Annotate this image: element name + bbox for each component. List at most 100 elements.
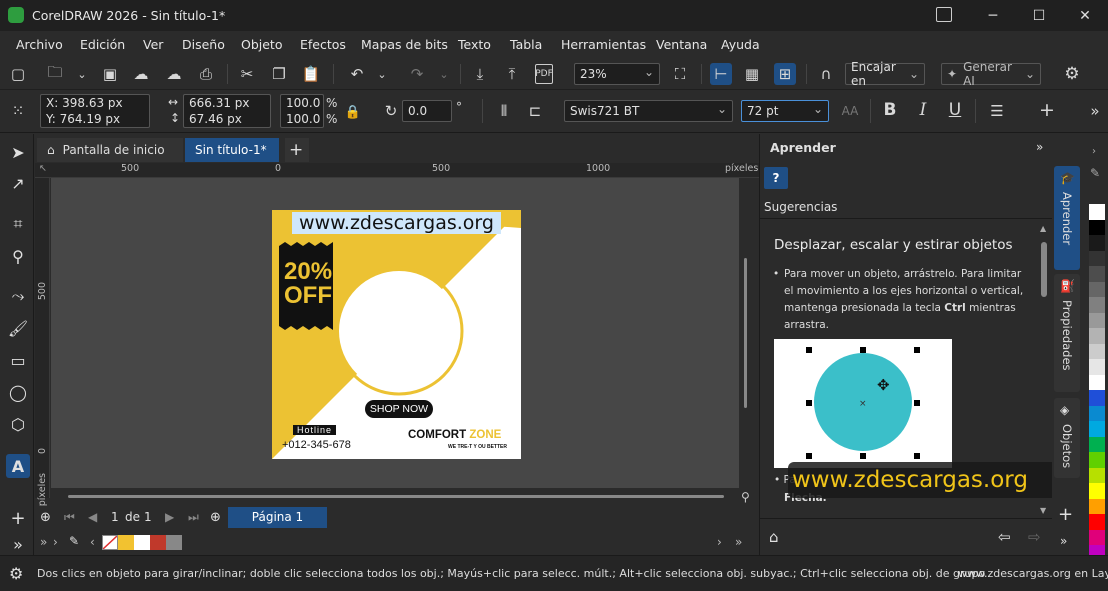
account-icon[interactable] xyxy=(936,7,952,22)
palette-scroll-right-icon[interactable]: › xyxy=(717,535,722,549)
artistic-media-icon[interactable]: 🖌 xyxy=(6,316,30,340)
palette-swatch[interactable] xyxy=(1089,467,1105,484)
side-tab-aprender[interactable]: 🎓 Aprender xyxy=(1054,166,1080,270)
generate-ai-dropdown[interactable]: ✦ Generar AI ⌄ xyxy=(941,60,1041,88)
palette-swatch[interactable] xyxy=(1089,266,1105,282)
palette-swatch[interactable] xyxy=(1089,483,1105,499)
palette-scroll-left-icon[interactable]: ‹ xyxy=(90,535,95,549)
recent-color-swatch[interactable] xyxy=(150,535,166,550)
open-folder-icon[interactable]: 🗀 xyxy=(45,63,65,84)
palette-swatch[interactable] xyxy=(1089,343,1105,360)
ruler-horizontal[interactable]: ↖ 500 0 500 1000 píxeles xyxy=(35,163,759,178)
menu-objeto[interactable]: Objeto xyxy=(241,37,283,52)
palette-expand-icon[interactable]: » xyxy=(40,535,47,549)
snap-magnet-icon[interactable]: ∩ xyxy=(816,64,836,84)
menu-edicion[interactable]: Edición xyxy=(80,37,125,52)
snap-to-dropdown[interactable]: Encajar en ⌄ xyxy=(845,60,925,88)
docker-scroll-up-icon[interactable]: ▲ xyxy=(1040,224,1046,233)
height-input[interactable]: 67.46 px xyxy=(189,111,242,127)
publish-pdf-icon[interactable]: PDF xyxy=(535,64,553,84)
minimize-button[interactable]: ─ xyxy=(970,0,1016,31)
freehand-tool-icon[interactable]: ⤳ xyxy=(6,284,30,308)
save-icon[interactable]: ▣ xyxy=(100,64,120,84)
mirror-horizontal-icon[interactable]: ⫴ xyxy=(494,101,514,121)
zoom-level-select[interactable]: 23% xyxy=(574,63,660,85)
pick-tool-icon[interactable]: ➤ xyxy=(6,140,30,164)
first-page-icon[interactable]: ⏮ xyxy=(64,510,75,525)
cloud-download-icon[interactable]: ☁ xyxy=(131,64,151,84)
shape-tool-icon[interactable]: ↗ xyxy=(6,171,30,195)
recent-color-swatch[interactable] xyxy=(166,535,182,550)
menu-diseno[interactable]: Diseño xyxy=(182,37,225,52)
tab-home[interactable]: ⌂ Pantalla de inicio xyxy=(37,138,183,162)
palette-swatch[interactable] xyxy=(1089,529,1105,546)
side-tab-propiedades[interactable]: ⛽ Propiedades xyxy=(1054,274,1080,392)
add-docker-icon[interactable]: + xyxy=(1058,504,1073,525)
lock-ratio-icon[interactable]: 🔒 xyxy=(343,102,363,122)
palette-swatch[interactable] xyxy=(1089,498,1105,515)
font-style-icon[interactable]: AA xyxy=(840,101,860,121)
width-input[interactable]: 666.31 px xyxy=(189,95,250,111)
recent-color-swatch[interactable] xyxy=(134,535,150,550)
font-family-select[interactable]: Swis721 BT xyxy=(564,100,733,122)
maximize-button[interactable]: ☐ xyxy=(1016,0,1062,31)
palette-more-icon[interactable]: » xyxy=(735,535,742,549)
ellipse-tool-icon[interactable]: ◯ xyxy=(6,380,30,404)
next-page-icon[interactable]: ▶ xyxy=(165,510,174,524)
cloud-upload-icon[interactable]: ☁ xyxy=(164,64,184,84)
palette-swatch[interactable] xyxy=(1089,219,1105,236)
menu-archivo[interactable]: Archivo xyxy=(16,37,63,52)
show-rulers-icon[interactable]: ⊢ xyxy=(710,63,732,85)
docker-scroll-down-icon[interactable]: ▼ xyxy=(1040,506,1046,515)
horizontal-scrollbar[interactable] xyxy=(68,495,724,498)
print-icon[interactable]: ⎙ xyxy=(196,64,216,84)
menu-efectos[interactable]: Efectos xyxy=(300,37,346,52)
palette-swatch[interactable] xyxy=(1089,281,1105,298)
eyedropper-icon[interactable]: ✎ xyxy=(69,534,79,548)
ruler-vertical[interactable]: 500 0 píxeles xyxy=(35,178,50,506)
toolbox-expand-icon[interactable]: » xyxy=(6,532,30,556)
status-settings-icon[interactable]: ⚙ xyxy=(9,564,23,583)
reference-point-icon[interactable]: ⁙ xyxy=(8,101,28,121)
page-tab[interactable]: Página 1 xyxy=(228,507,327,528)
more-options-icon[interactable]: » xyxy=(1085,101,1105,121)
palette-swatch[interactable] xyxy=(1089,297,1105,313)
import-icon[interactable]: ⤓ xyxy=(470,64,490,84)
vertical-scrollbar[interactable] xyxy=(744,258,747,408)
menu-texto[interactable]: Texto xyxy=(458,37,491,52)
redo-dropdown-icon[interactable]: ⌄ xyxy=(434,64,454,84)
side-tabs-more-icon[interactable]: » xyxy=(1060,534,1067,548)
palette-swatch[interactable] xyxy=(1089,204,1105,220)
last-page-icon[interactable]: ⏭ xyxy=(188,510,199,525)
palette-swatch[interactable] xyxy=(1089,452,1105,468)
palette-swatch[interactable] xyxy=(1089,250,1105,267)
x-position-input[interactable]: 398.63 px xyxy=(62,96,123,110)
rectangle-tool-icon[interactable]: ▭ xyxy=(6,348,30,372)
new-document-icon[interactable]: ▢ xyxy=(8,64,28,84)
bold-button[interactable]: B xyxy=(880,100,900,120)
menu-ventana[interactable]: Ventana xyxy=(656,37,707,52)
text-align-icon[interactable]: ☰ xyxy=(987,101,1007,121)
text-tool-icon[interactable]: A xyxy=(6,454,30,478)
show-grid-icon[interactable]: ▦ xyxy=(742,64,762,84)
add-page-before-icon[interactable]: ⊕ xyxy=(40,510,51,525)
recent-color-swatch[interactable] xyxy=(118,535,134,550)
docker-forward-icon[interactable]: ⇨ xyxy=(1028,528,1041,546)
paste-icon[interactable]: 📋 xyxy=(301,64,321,84)
palette-swatch[interactable] xyxy=(1089,235,1105,251)
palette-swatch[interactable] xyxy=(1089,374,1105,391)
menu-ver[interactable]: Ver xyxy=(143,37,163,52)
cut-icon[interactable]: ✂ xyxy=(237,64,257,84)
palette-swatch[interactable] xyxy=(1089,405,1105,422)
polygon-tool-icon[interactable]: ⬡ xyxy=(6,412,30,436)
palette-expand-arrow-icon[interactable]: › xyxy=(1092,146,1096,157)
add-property-icon[interactable]: + xyxy=(1037,99,1057,121)
full-screen-icon[interactable]: ⛶ xyxy=(670,64,690,84)
docker-expand-icon[interactable]: » xyxy=(1036,140,1043,154)
settings-gear-icon[interactable]: ⚙ xyxy=(1062,64,1082,84)
docker-home-icon[interactable]: ⌂ xyxy=(769,528,779,546)
docker-scrollbar[interactable] xyxy=(1041,242,1047,297)
zoom-navigator-icon[interactable]: ⚲ xyxy=(741,490,750,504)
y-position-input[interactable]: 764.19 px xyxy=(60,112,121,126)
no-color-swatch[interactable] xyxy=(102,535,118,550)
